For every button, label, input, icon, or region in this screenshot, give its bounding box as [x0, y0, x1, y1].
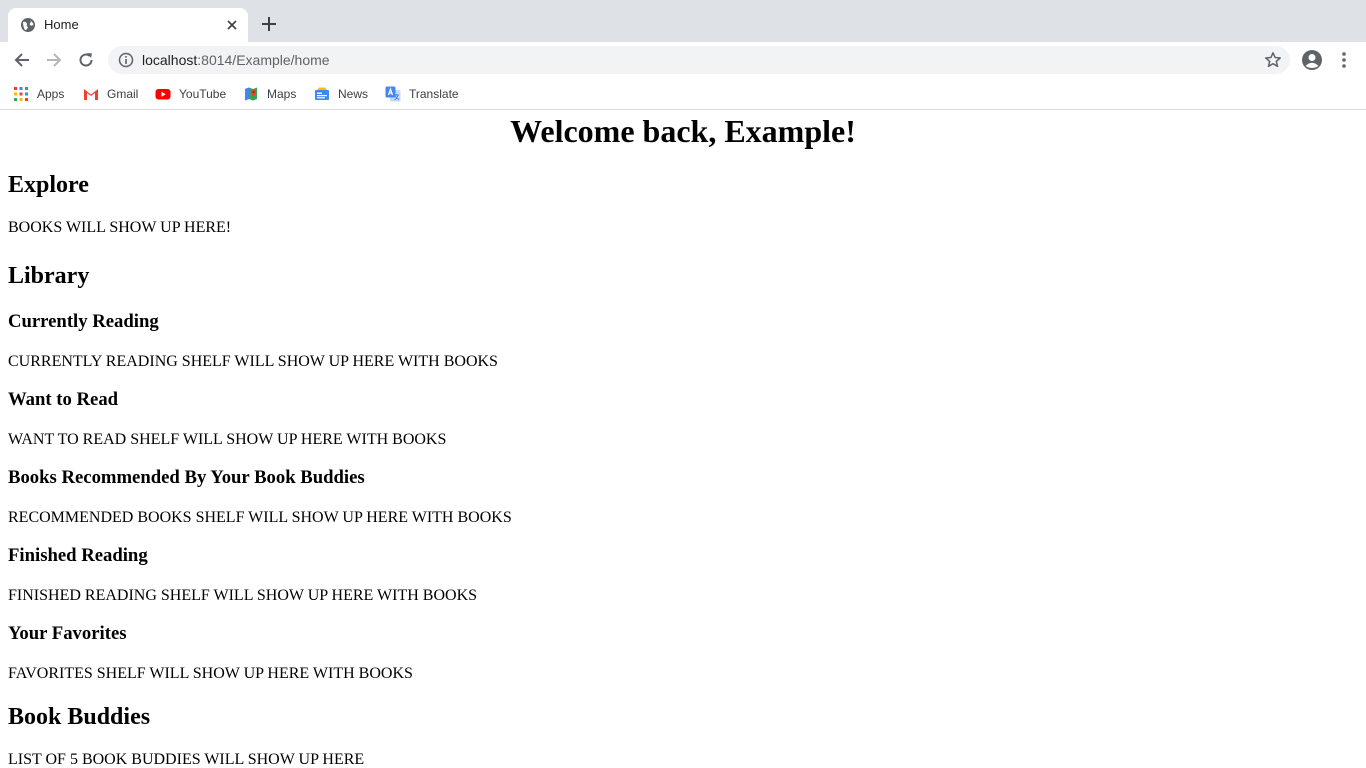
shelf-recommended-placeholder: RECOMMENDED BOOKS SHELF WILL SHOW UP HER… — [8, 509, 512, 526]
url-host: localhost — [142, 52, 198, 68]
new-tab-button[interactable] — [258, 13, 280, 35]
youtube-icon — [155, 89, 171, 100]
profile-icon[interactable] — [1300, 48, 1324, 72]
shelf-favorites-title: Your Favorites — [8, 623, 127, 644]
news-icon — [315, 87, 329, 100]
book-buddies-heading: Book Buddies — [8, 704, 151, 730]
bookmark-label: Apps — [37, 87, 65, 101]
explore-heading: Explore — [8, 172, 89, 198]
tab-home[interactable]: Home — [8, 8, 248, 42]
library-heading: Library — [8, 263, 90, 289]
page-content: Welcome back, Example! Explore BOOKS WIL… — [0, 111, 1366, 768]
back-button[interactable] — [10, 48, 34, 72]
more-vertical-icon — [1342, 52, 1346, 68]
bookmark-news[interactable]: News — [314, 85, 368, 103]
arrow-right-icon — [47, 53, 62, 67]
bookmark-gmail[interactable]: Gmail — [83, 85, 138, 103]
reload-button[interactable] — [74, 48, 98, 72]
shelf-currently-reading-placeholder: CURRENTLY READING SHELF WILL SHOW UP HER… — [8, 353, 498, 370]
address-bar[interactable]: localhost:8014/Example/home — [108, 46, 1290, 74]
shelf-recommended-title: Books Recommended By Your Book Buddies — [8, 467, 365, 488]
gmail-icon — [84, 89, 98, 100]
bookmark-youtube[interactable]: YouTube — [155, 85, 226, 103]
translate-icon — [385, 86, 401, 102]
shelf-finished-reading-placeholder: FINISHED READING SHELF WILL SHOW UP HERE… — [8, 587, 478, 604]
shelf-want-to-read-title: Want to Read — [8, 389, 119, 410]
bookmark-label: Translate — [409, 87, 459, 101]
plus-icon — [262, 17, 276, 31]
explore-placeholder: BOOKS WILL SHOW UP HERE! — [8, 219, 232, 236]
bookmark-label: Gmail — [107, 87, 139, 101]
forward-button[interactable] — [42, 48, 66, 72]
arrow-left-icon — [14, 53, 29, 67]
shelf-want-to-read-placeholder: WANT TO READ SHELF WILL SHOW UP HERE WIT… — [8, 431, 447, 448]
shelf-finished-reading-title: Finished Reading — [8, 545, 148, 566]
star-icon[interactable] — [1264, 51, 1282, 69]
tab-strip: Home — [0, 0, 1366, 42]
apps-grid-icon — [14, 87, 28, 101]
shelf-currently-reading-title: Currently Reading — [8, 311, 159, 332]
bookmark-label: YouTube — [179, 87, 227, 101]
tab-title: Home — [44, 17, 79, 32]
bookmark-apps[interactable]: Apps — [13, 85, 64, 103]
browser-toolbar: localhost:8014/Example/home — [0, 42, 1366, 78]
address-url: localhost:8014/Example/home — [142, 52, 330, 68]
reload-icon — [79, 53, 93, 67]
url-path: :8014/Example/home — [197, 52, 330, 68]
welcome-heading: Welcome back, Example! — [510, 113, 856, 149]
bookmark-translate[interactable]: Translate — [385, 85, 459, 103]
maps-icon — [245, 87, 257, 101]
menu-button[interactable] — [1334, 48, 1354, 72]
book-buddies-placeholder: LIST OF 5 BOOK BUDDIES WILL SHOW UP HERE — [8, 751, 365, 768]
shelf-favorites-placeholder: FAVORITES SHELF WILL SHOW UP HERE WITH B… — [8, 665, 413, 682]
globe-icon — [21, 18, 35, 32]
close-icon[interactable] — [222, 15, 242, 35]
bookmark-label: News — [338, 87, 369, 101]
bookmark-maps[interactable]: Maps — [243, 85, 296, 103]
info-icon[interactable] — [118, 52, 134, 68]
bookmarks-bar: Apps Gmail YouTube Maps News Translate — [0, 78, 1366, 110]
bookmark-label: Maps — [267, 87, 297, 101]
